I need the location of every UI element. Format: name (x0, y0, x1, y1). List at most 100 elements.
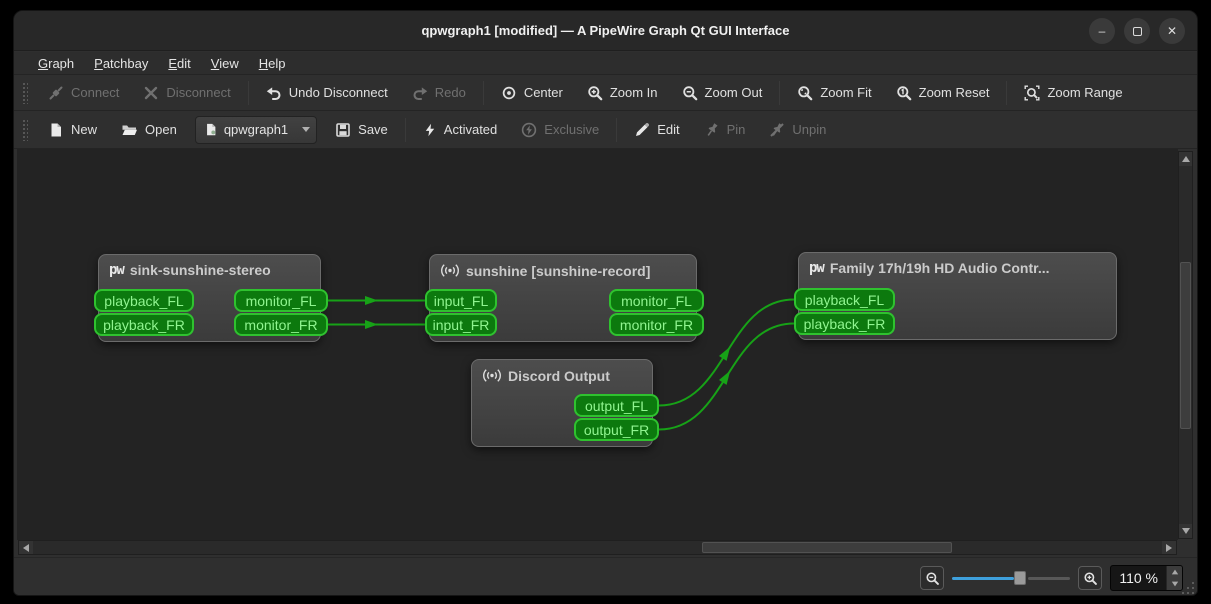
port-monitor-fr[interactable]: monitor_FR (234, 313, 328, 336)
redo-button[interactable]: Redo (400, 79, 478, 107)
connect-button[interactable]: Connect (36, 79, 131, 107)
port-input-fr[interactable]: input_FR (425, 313, 497, 336)
port-output-fr[interactable]: output_FR (574, 418, 659, 441)
unpin-button[interactable]: Unpin (757, 116, 838, 144)
edit-pencil-icon (634, 122, 650, 138)
maximize-button[interactable] (1124, 18, 1150, 44)
pipewire-icon: pw (809, 260, 825, 276)
scroll-up-button[interactable] (1179, 152, 1192, 166)
scroll-right-button[interactable] (1162, 541, 1176, 554)
undo-disconnect-button[interactable]: Undo Disconnect (254, 79, 400, 107)
zoom-reset-button[interactable]: Zoom Reset (884, 79, 1002, 107)
arrow-down-icon (1171, 581, 1178, 587)
center-button[interactable]: Center (489, 79, 575, 107)
zoom-out-button[interactable]: Zoom Out (670, 79, 775, 107)
arrow-right-icon (1166, 543, 1172, 552)
node-header: pw Family 17h/19h HD Audio Contr... (799, 253, 1116, 276)
edit-button[interactable]: Edit (622, 116, 691, 144)
disconnect-button[interactable]: Disconnect (131, 79, 242, 107)
graph-canvas[interactable]: pw sink-sunshine-stereo playback_FL play… (17, 149, 1178, 540)
status-zoom-in-button[interactable] (1078, 566, 1103, 590)
menu-bar: Graph Patchbay Edit View Help (14, 52, 1197, 75)
spin-up-button[interactable] (1167, 566, 1182, 578)
unpin-icon (769, 122, 785, 138)
close-button[interactable]: ✕ (1159, 18, 1185, 44)
save-icon (335, 122, 351, 138)
app-window: qpwgraph1 [modified] — A PipeWire Graph … (13, 10, 1198, 596)
zoom-out-icon (925, 571, 940, 586)
zoom-in-icon (587, 85, 603, 101)
exclusive-button[interactable]: Exclusive (509, 116, 611, 144)
menu-edit[interactable]: Edit (158, 54, 200, 73)
toolbar-separator (404, 117, 406, 142)
patchbay-select[interactable]: qpwgraph1 (194, 115, 318, 144)
port-playback-fr[interactable]: playback_FR (794, 312, 895, 335)
patchbay-select-value: qpwgraph1 (223, 122, 289, 137)
close-icon: ✕ (1166, 24, 1178, 38)
zoom-slider-track (1028, 577, 1071, 580)
node-title: sunshine [sunshine-record] (466, 262, 651, 279)
exclusive-icon (521, 122, 537, 138)
open-button[interactable]: Open (109, 116, 189, 144)
port-input-fl[interactable]: input_FL (425, 289, 497, 312)
new-button[interactable]: New (36, 116, 109, 144)
toolbar-separator (779, 80, 781, 105)
scroll-down-button[interactable] (1179, 524, 1192, 538)
horizontal-scroll-thumb[interactable] (702, 542, 952, 553)
scroll-left-button[interactable] (19, 541, 33, 554)
arrow-down-icon (1181, 528, 1190, 534)
horizontal-scrollbar[interactable] (18, 540, 1177, 555)
node-header: pw sink-sunshine-stereo (99, 255, 320, 278)
minimize-button[interactable]: – (1089, 18, 1115, 44)
port-monitor-fl[interactable]: monitor_FL (609, 289, 704, 312)
port-monitor-fr[interactable]: monitor_FR (609, 313, 704, 336)
port-output-fl[interactable]: output_FL (574, 394, 659, 417)
disconnect-icon (143, 85, 159, 101)
pipewire-icon: pw (109, 262, 125, 278)
broadcast-icon (482, 367, 502, 384)
zoom-slider[interactable] (952, 566, 1071, 590)
center-icon (501, 85, 517, 101)
arrow-left-icon (23, 543, 29, 552)
patchbay-toolbar: New Open qpwgraph1 Save Activated Exclus… (14, 111, 1197, 149)
toolbar-drag-handle[interactable] (22, 118, 28, 141)
node-title: sink-sunshine-stereo (129, 262, 271, 278)
activated-button[interactable]: Activated (411, 116, 509, 144)
port-playback-fl[interactable]: playback_FL (94, 289, 194, 312)
toolbar-drag-handle[interactable] (22, 81, 28, 104)
status-zoom-out-button[interactable] (920, 566, 945, 590)
port-monitor-fl[interactable]: monitor_FL (234, 289, 328, 312)
toolbar-separator (1006, 80, 1008, 105)
menu-patchbay[interactable]: Patchbay (84, 54, 158, 73)
vertical-scrollbar[interactable] (1178, 151, 1193, 539)
patchbay-file-icon (204, 122, 218, 137)
pin-button[interactable]: Pin (692, 116, 758, 144)
zoom-range-button[interactable]: Zoom Range (1012, 79, 1134, 107)
toolbar-separator (482, 80, 484, 105)
port-playback-fl[interactable]: playback_FL (794, 288, 895, 311)
save-button[interactable]: Save (323, 116, 400, 144)
menu-graph[interactable]: Graph (28, 54, 84, 73)
zoom-value: 110 % (1119, 570, 1158, 586)
status-bar: 110 % (14, 557, 1197, 595)
node-header: sunshine [sunshine-record] (430, 255, 696, 279)
zoom-range-icon (1024, 85, 1040, 101)
zoom-out-icon (682, 85, 698, 101)
undo-icon (266, 85, 282, 101)
graph-toolbar: Connect Disconnect Undo Disconnect Redo … (14, 75, 1197, 111)
zoom-fit-button[interactable]: Zoom Fit (785, 79, 883, 107)
toolbar-separator (247, 80, 249, 105)
zoom-slider-handle[interactable] (1014, 571, 1027, 585)
node-title: Family 17h/19h HD Audio Contr... (829, 260, 1050, 276)
menu-view[interactable]: View (201, 54, 249, 73)
vertical-scroll-thumb[interactable] (1180, 262, 1191, 429)
menu-help[interactable]: Help (249, 54, 296, 73)
zoom-slider-track-filled (952, 577, 1015, 580)
port-playback-fr[interactable]: playback_FR (94, 313, 194, 336)
title-bar: qpwgraph1 [modified] — A PipeWire Graph … (14, 11, 1197, 51)
zoom-spinbox[interactable]: 110 % (1110, 565, 1183, 591)
resize-grip[interactable] (1180, 580, 1194, 594)
connect-icon (48, 85, 64, 101)
arrow-up-icon (1171, 569, 1178, 575)
zoom-in-button[interactable]: Zoom In (575, 79, 670, 107)
